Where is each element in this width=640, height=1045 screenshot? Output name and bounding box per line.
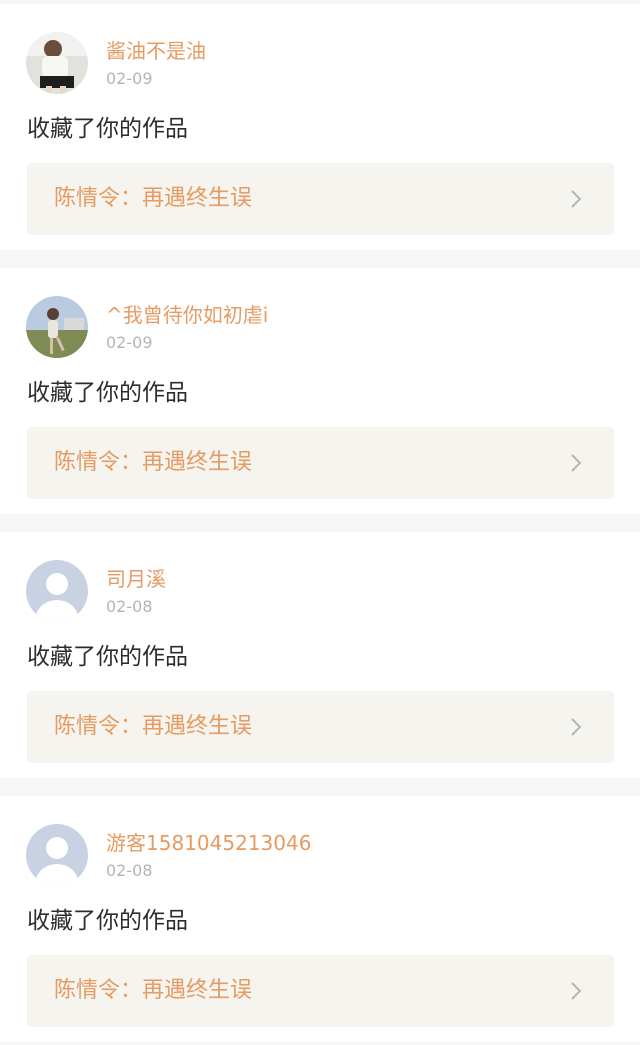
chevron-right-icon	[571, 454, 582, 472]
chevron-right-icon	[571, 718, 582, 736]
action-text: 收藏了你的作品	[27, 116, 188, 142]
notification-card: 游客1581045213046 02-08 收藏了你的作品 陈情令：再遇终生误	[0, 796, 640, 1042]
notification-date: 02-08	[106, 597, 153, 616]
work-title: 陈情令：再遇终生误	[54, 186, 253, 211]
chevron-right-icon	[571, 982, 582, 1000]
action-text: 收藏了你的作品	[27, 908, 188, 934]
notification-date: 02-09	[106, 69, 153, 88]
notification-card: ^我曾待你如初虐i 02-09 收藏了你的作品 陈情令：再遇终生误	[0, 268, 640, 514]
work-title: 陈情令：再遇终生误	[54, 714, 253, 739]
user-avatar-default-user-icon[interactable]	[26, 560, 88, 622]
notification-date: 02-08	[106, 861, 153, 880]
username[interactable]: ^我曾待你如初虐i	[106, 302, 268, 328]
action-text: 收藏了你的作品	[27, 380, 188, 406]
user-avatar-photo-outdoor-icon[interactable]	[26, 296, 88, 358]
chevron-right-icon	[571, 190, 582, 208]
notification-card: 酱油不是油 02-09 收藏了你的作品 陈情令：再遇终生误	[0, 4, 640, 250]
work-link[interactable]: 陈情令：再遇终生误	[27, 427, 614, 499]
work-link[interactable]: 陈情令：再遇终生误	[27, 163, 614, 235]
work-title: 陈情令：再遇终生误	[54, 450, 253, 475]
notification-feed: 酱油不是油 02-09 收藏了你的作品 陈情令：再遇终生误 ^我曾待你如初虐i …	[0, 0, 640, 1045]
work-link[interactable]: 陈情令：再遇终生误	[27, 691, 614, 763]
notification-card: 司月溪 02-08 收藏了你的作品 陈情令：再遇终生误	[0, 532, 640, 778]
work-link[interactable]: 陈情令：再遇终生误	[27, 955, 614, 1027]
user-avatar-default-user-icon[interactable]	[26, 824, 88, 886]
action-text: 收藏了你的作品	[27, 644, 188, 670]
user-avatar-photo-girl-icon[interactable]	[26, 32, 88, 94]
work-title: 陈情令：再遇终生误	[54, 978, 253, 1003]
username[interactable]: 司月溪	[106, 566, 166, 592]
username[interactable]: 游客1581045213046	[106, 830, 311, 856]
username[interactable]: 酱油不是油	[106, 38, 206, 64]
notification-date: 02-09	[106, 333, 153, 352]
